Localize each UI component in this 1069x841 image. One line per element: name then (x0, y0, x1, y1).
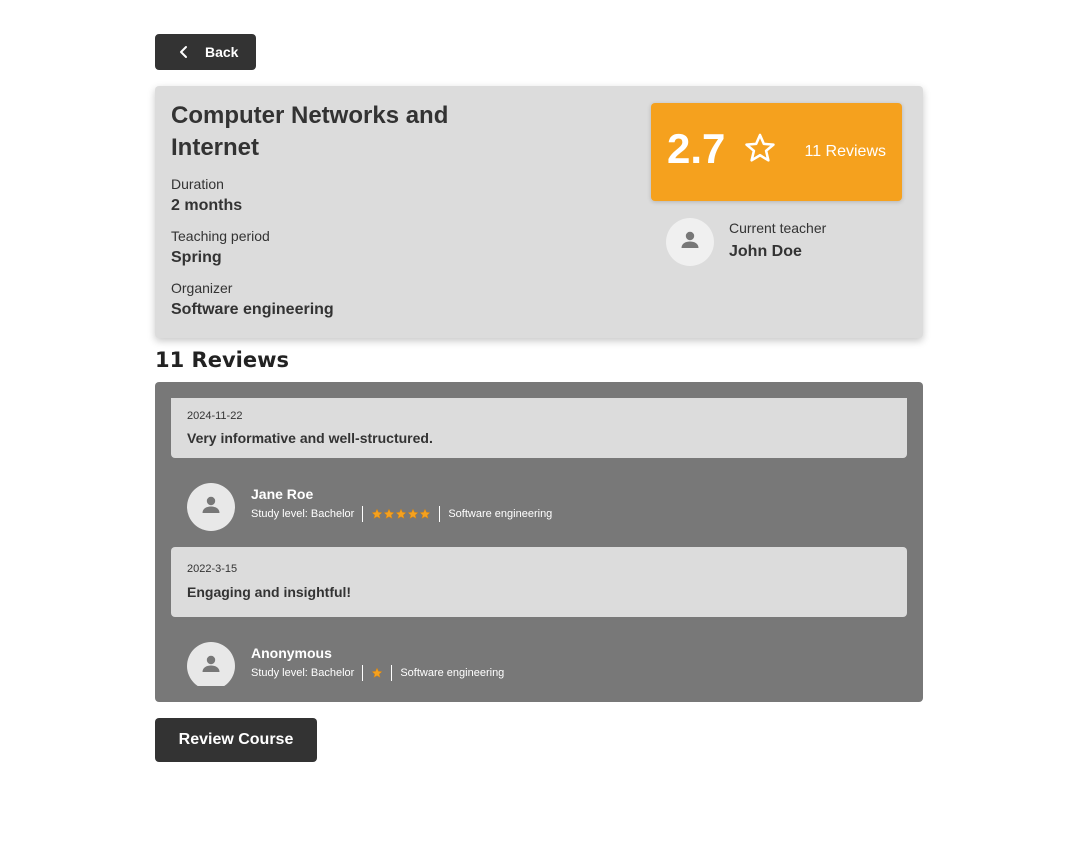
rating-reviews-count: 11 Reviews (804, 143, 886, 160)
reviews-heading: 11 Reviews (155, 348, 289, 372)
star-filled-icon (407, 508, 419, 520)
review-date: 2022-3-15 (187, 563, 238, 575)
review-stars (371, 667, 383, 679)
teaching-period-label: Teaching period (171, 228, 270, 244)
reviews-panel: 2024-11-22 Very informative and well-str… (155, 382, 923, 702)
star-filled-icon (383, 508, 395, 520)
person-icon (678, 228, 702, 257)
rating-summary[interactable]: 2.7 11 Reviews (651, 103, 902, 201)
rating-value: 2.7 (667, 125, 726, 172)
star-filled-icon (419, 508, 431, 520)
person-icon (199, 493, 223, 522)
course-card: Computer Networks and Internet Duration … (155, 86, 923, 338)
back-button-label: Back (205, 44, 239, 60)
person-icon (199, 652, 223, 681)
study-level: Study level: Bachelor (251, 667, 355, 679)
divider (439, 506, 441, 522)
reviewer-name: Jane Roe (251, 486, 314, 502)
teacher-name: John Doe (729, 243, 802, 260)
review-program: Software engineering (400, 667, 505, 679)
teaching-period-value: Spring (171, 249, 222, 266)
review-stars (371, 508, 431, 520)
organizer-label: Organizer (171, 280, 233, 296)
study-level: Study level: Bachelor (251, 508, 355, 520)
divider (362, 665, 364, 681)
chevron-left-icon (177, 45, 191, 59)
reviewer-avatar (187, 483, 235, 531)
review-text: Very informative and well-structured. (187, 430, 433, 446)
star-filled-icon (395, 508, 407, 520)
reviewer-name: Anonymous (251, 645, 332, 661)
star-outline-icon (743, 131, 777, 165)
review-card: 2024-11-22 Very informative and well-str… (171, 398, 907, 458)
star-filled-icon (371, 508, 383, 520)
star-filled-icon (371, 667, 383, 679)
current-teacher-label: Current teacher (729, 220, 827, 236)
review-card: 2022-3-15 Engaging and insightful! (171, 547, 907, 617)
review-date: 2024-11-22 (187, 410, 243, 422)
review-text: Engaging and insightful! (187, 584, 352, 600)
back-button[interactable]: Back (155, 34, 256, 70)
organizer-value: Software engineering (171, 301, 334, 318)
duration-value: 2 months (171, 197, 243, 214)
reviewer-avatar (187, 642, 235, 686)
duration-label: Duration (171, 176, 224, 192)
teacher-avatar (666, 218, 714, 266)
reviews-list[interactable]: 2024-11-22 Very informative and well-str… (171, 398, 907, 686)
review-program: Software engineering (448, 508, 553, 520)
course-title: Computer Networks and Internet (171, 102, 449, 161)
reviewer-meta: Study level: Bachelor Software engineeri… (251, 665, 504, 681)
review-course-button[interactable]: Review Course (155, 718, 317, 762)
reviewer-meta: Study level: Bachelor Software engineeri… (251, 506, 552, 522)
divider (391, 665, 393, 681)
divider (362, 506, 364, 522)
